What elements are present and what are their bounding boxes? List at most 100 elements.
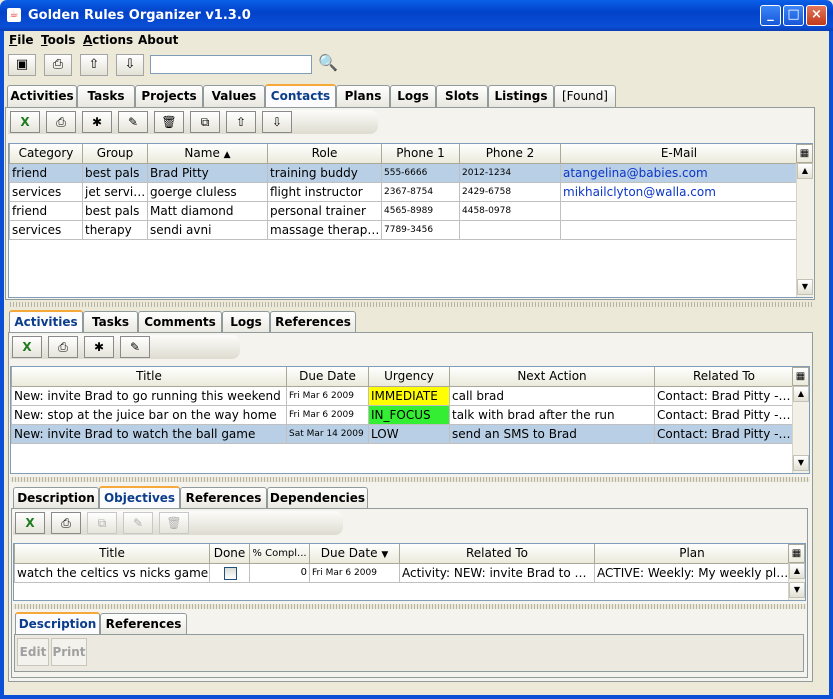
menu-tools[interactable]: Tools <box>41 33 75 47</box>
tab-references[interactable]: References <box>180 487 267 509</box>
excel-export-icon[interactable]: X <box>15 512 45 534</box>
scroll-down-icon[interactable]: ▼ <box>793 455 809 471</box>
done-checkbox[interactable] <box>224 566 237 580</box>
activities-table[interactable]: Title Due Date Urgency Next Action Relat… <box>10 366 810 474</box>
tab-slots[interactable]: Slots <box>436 85 488 107</box>
edit-icon[interactable]: ✎ <box>118 111 148 133</box>
excel-export-icon[interactable]: X <box>10 111 40 133</box>
upload-icon[interactable]: ⇧ <box>226 111 256 133</box>
column-header-title[interactable]: Title <box>11 367 287 387</box>
save-icon[interactable]: ▣ <box>8 54 36 76</box>
print-icon[interactable]: ⎙ <box>46 111 76 133</box>
tab-listings[interactable]: Listings <box>488 85 554 107</box>
download-icon[interactable]: ⇩ <box>262 111 292 133</box>
tab-references[interactable]: References <box>270 311 356 333</box>
delete-icon[interactable]: 🗑 <box>154 111 184 133</box>
column-header-phone1[interactable]: Phone 1 <box>381 144 460 164</box>
edit-button[interactable]: Edit <box>17 638 49 666</box>
search-icon[interactable]: 🔍 <box>318 53 338 72</box>
tab-tasks[interactable]: Tasks <box>77 85 135 107</box>
column-chooser-icon[interactable]: ▦ <box>792 367 809 386</box>
scroll-up-icon[interactable]: ▲ <box>797 163 813 179</box>
delete-icon[interactable]: 🗑 <box>159 512 189 534</box>
column-header-role[interactable]: Role <box>267 144 382 164</box>
column-header-related-to[interactable]: Related To <box>654 367 794 387</box>
table-row[interactable]: New: invite Brad to watch the ball game S… <box>11 423 794 444</box>
menu-about[interactable]: About <box>138 33 178 47</box>
tab-comments[interactable]: Comments <box>138 311 222 333</box>
contacts-table[interactable]: Category Group Name ▲ Role Phone 1 Phone… <box>8 143 813 298</box>
menu-actions[interactable]: Actions <box>83 33 133 47</box>
copy-icon[interactable]: ⧉ <box>190 111 220 133</box>
new-document-icon[interactable]: ✱ <box>82 111 112 133</box>
tab-activities[interactable]: Activities <box>9 310 83 333</box>
tab-description[interactable]: Description <box>15 612 100 635</box>
tab-contacts[interactable]: Contacts <box>265 84 336 107</box>
title-bar[interactable]: ☕ Golden Rules Organizer v1.3.0 _ □ × <box>0 0 833 31</box>
table-row[interactable]: services jet services goerge cluless fli… <box>9 181 798 202</box>
cell-email-link[interactable]: atangelina@babies.com <box>560 162 798 183</box>
column-header-done[interactable]: Done <box>209 544 250 564</box>
print-button[interactable]: Print <box>51 638 87 666</box>
column-header-name[interactable]: Name ▲ <box>147 144 268 164</box>
search-input[interactable] <box>150 55 312 74</box>
tab-dependencies[interactable]: Dependencies <box>267 487 368 509</box>
tab-values[interactable]: Values <box>203 85 265 107</box>
column-header-phone2[interactable]: Phone 2 <box>459 144 561 164</box>
edit-icon[interactable]: ✎ <box>123 512 153 534</box>
column-header-next-action[interactable]: Next Action <box>449 367 655 387</box>
tab-projects[interactable]: Projects <box>135 85 203 107</box>
tab-found[interactable]: [Found] <box>554 85 616 107</box>
upload-icon[interactable]: ⇧ <box>80 54 108 76</box>
column-header-related-to[interactable]: Related To <box>399 544 595 564</box>
maximize-button[interactable]: □ <box>783 5 804 26</box>
objectives-table[interactable]: Title Done % Compl... Due Date ▼ Related… <box>13 543 806 601</box>
tab-description[interactable]: Description <box>13 487 99 509</box>
cell-email-link[interactable]: mikhailclyton@walla.com <box>560 181 798 202</box>
download-icon[interactable]: ⇩ <box>116 54 144 76</box>
split-pane-divider[interactable] <box>10 477 810 482</box>
table-row[interactable]: New: invite Brad to go running this week… <box>11 385 794 406</box>
scroll-down-icon[interactable]: ▼ <box>789 582 805 598</box>
menu-file[interactable]: File <box>9 33 34 47</box>
tab-plans[interactable]: Plans <box>336 85 390 107</box>
tab-objectives[interactable]: Objectives <box>99 486 180 509</box>
column-header-due-date[interactable]: Due Date <box>286 367 369 387</box>
tab-activities[interactable]: Activities <box>7 85 77 107</box>
minimize-button[interactable]: _ <box>760 5 781 26</box>
edit-icon[interactable]: ✎ <box>120 336 150 358</box>
tab-tasks[interactable]: Tasks <box>83 311 138 333</box>
scroll-up-icon[interactable]: ▲ <box>793 386 809 402</box>
tab-logs[interactable]: Logs <box>390 85 436 107</box>
tab-references[interactable]: References <box>100 613 187 635</box>
column-chooser-icon[interactable]: ▦ <box>796 144 813 163</box>
tab-logs[interactable]: Logs <box>222 311 270 333</box>
scroll-down-icon[interactable]: ▼ <box>797 279 813 295</box>
column-header-urgency[interactable]: Urgency <box>368 367 450 387</box>
copy-icon[interactable]: ⧉ <box>87 512 117 534</box>
column-header-email[interactable]: E-Mail <box>560 144 798 164</box>
contacts-scrollbar[interactable]: ▲ ▼ <box>796 163 813 297</box>
column-header-plan[interactable]: Plan <box>594 544 790 564</box>
table-row[interactable]: services therapy sendi avni massage ther… <box>9 219 798 240</box>
column-header-title[interactable]: Title <box>14 544 210 564</box>
column-header-category[interactable]: Category <box>9 144 83 164</box>
column-header-group[interactable]: Group <box>82 144 148 164</box>
print-icon[interactable]: ⎙ <box>44 54 72 76</box>
close-button[interactable]: × <box>806 5 827 26</box>
new-document-icon[interactable]: ✱ <box>84 336 114 358</box>
table-row[interactable]: friend best pals Brad Pitty training bud… <box>9 162 798 183</box>
column-header-percent[interactable]: % Compl... <box>249 544 310 564</box>
print-icon[interactable]: ⎙ <box>51 512 81 534</box>
table-row[interactable]: friend best pals Matt diamond personal t… <box>9 200 798 221</box>
split-pane-divider[interactable] <box>13 604 806 609</box>
excel-export-icon[interactable]: X <box>12 336 42 358</box>
split-pane-divider[interactable] <box>8 302 813 307</box>
table-row[interactable]: watch the celtics vs nicks game 0 Fri Ma… <box>14 562 790 583</box>
objectives-scrollbar[interactable]: ▲ ▼ <box>788 563 805 600</box>
scroll-up-icon[interactable]: ▲ <box>789 563 805 579</box>
activities-scrollbar[interactable]: ▲ ▼ <box>792 386 809 473</box>
column-header-due-date[interactable]: Due Date ▼ <box>309 544 400 564</box>
table-row[interactable]: New: stop at the juice bar on the way ho… <box>11 404 794 425</box>
print-icon[interactable]: ⎙ <box>48 336 78 358</box>
